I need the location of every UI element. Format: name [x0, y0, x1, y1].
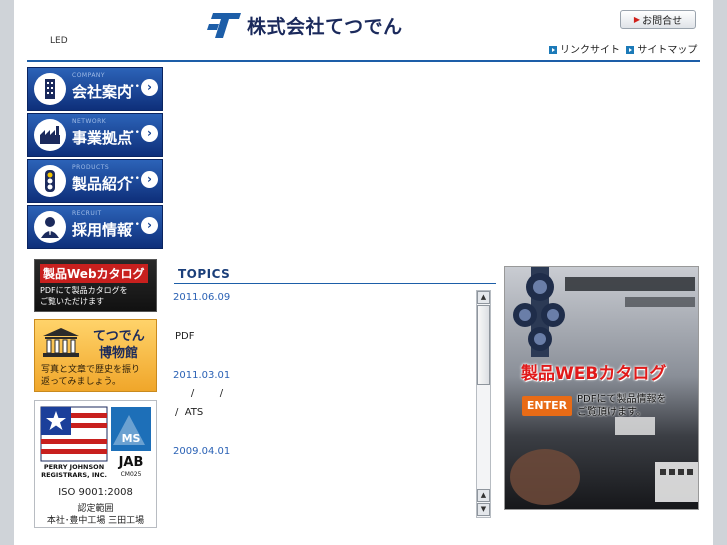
- topic-text[interactable]: / ATS: [175, 407, 203, 418]
- scroll-thumb[interactable]: [477, 305, 490, 385]
- dots-icon: •••: [124, 174, 140, 184]
- museum-banner-text: 写真と文章で歴史を振り 返ってみましょう。: [41, 364, 140, 388]
- link-site-link[interactable]: リンクサイト: [549, 45, 620, 56]
- web-catalog-title: 製品WEBカタログ: [521, 364, 667, 384]
- header-links: リンクサイト サイトマップ: [549, 41, 697, 56]
- nav-products[interactable]: PRODUCTS 製品紹介 ••• ›: [27, 159, 163, 203]
- nav-company[interactable]: COMPANY 会社案内 ••• ›: [27, 67, 163, 111]
- page: LED 株式会社てつでん ▶ お問合せ リンクサイト サイトマップ COMPAN…: [14, 0, 713, 545]
- topics-list: 2011.06.09 PDF 2011.03.01 / / / ATS 2009…: [173, 292, 473, 512]
- topic-text[interactable]: / /: [175, 388, 223, 399]
- museum-building-icon: [43, 328, 79, 357]
- web-catalog-desc: PDFにて製品情報を ご覧頂けます。: [577, 393, 666, 419]
- dots-icon: •••: [124, 220, 140, 230]
- bullet-arrow-icon: [626, 46, 635, 54]
- enter-button[interactable]: ENTER: [522, 396, 572, 416]
- person-icon: [34, 211, 66, 243]
- topic-date: 2011.03.01: [173, 370, 231, 381]
- arrow-right-icon: ›: [141, 79, 158, 96]
- arrow-right-icon: ›: [141, 125, 158, 142]
- nav-recruit[interactable]: RECRUIT 採用情報 ••• ›: [27, 205, 163, 249]
- nav-label: 事業拠点: [72, 129, 133, 147]
- arrow-right-icon: ›: [141, 217, 158, 234]
- arrow-right-icon: ›: [141, 171, 158, 188]
- catalog-banner-line: ご覧いただけます: [40, 297, 104, 306]
- cert-org-line1: PERRY JOHNSON: [44, 463, 104, 471]
- nav-en-label: PRODUCTS: [72, 164, 110, 171]
- station-photo-illustration: [510, 267, 698, 505]
- museum-banner-line: 写真と文章で歴史を振り: [41, 365, 141, 375]
- topic-text[interactable]: PDF: [175, 331, 194, 342]
- tetsuden-logo-icon: [207, 13, 241, 38]
- ms-mark: MS: [122, 432, 141, 445]
- nav-en-label: NETWORK: [72, 118, 107, 125]
- web-catalog-desc-line: PDFにて製品情報を: [577, 394, 667, 405]
- nav-en-label: RECRUIT: [72, 210, 102, 217]
- nav-label: 製品紹介: [72, 175, 133, 193]
- signal-light-icon: [34, 165, 66, 197]
- catalog-banner-line: PDFにて製品カタログを: [40, 286, 128, 295]
- cert-sites: 本社･豊中工場 三田工場: [46, 516, 145, 526]
- topics-divider: [174, 283, 496, 284]
- topics-scrollbar[interactable]: ▲ ▲ ▼: [476, 290, 491, 518]
- dots-icon: •••: [124, 82, 140, 92]
- company-logo[interactable]: 株式会社てつでん: [207, 10, 437, 44]
- nav-label: 採用情報: [72, 221, 133, 239]
- iso-certification: PERRY JOHNSON REGISTRARS, INC. MS JAB CM…: [34, 400, 157, 528]
- nav-label: 会社案内: [72, 83, 133, 101]
- jab-code: CM025: [121, 471, 142, 478]
- web-catalog-desc-line: ご覧頂けます。: [577, 407, 646, 418]
- museum-title-sub: 博物館: [99, 346, 139, 361]
- led-label: LED: [50, 36, 68, 46]
- scroll-down-button[interactable]: ▼: [477, 503, 490, 516]
- site-map-label: サイトマップ: [637, 45, 698, 56]
- link-site-label: リンクサイト: [560, 45, 620, 56]
- topic-date: 2009.04.01: [173, 446, 231, 457]
- dots-icon: •••: [124, 128, 140, 138]
- catalog-banner-title: 製品Webカタログ: [40, 264, 148, 283]
- topic-date: 2011.06.09: [173, 292, 231, 303]
- bullet-arrow-icon: [549, 46, 557, 54]
- web-catalog-banner[interactable]: 製品Webカタログ PDFにて製品カタログを ご覧いただけます: [34, 259, 157, 312]
- museum-banner[interactable]: てつでん 博物館 写真と文章で歴史を振り 返ってみましょう。: [34, 319, 157, 392]
- jab-mark: JAB: [118, 455, 144, 470]
- factory-icon: [34, 119, 66, 151]
- building-icon: [34, 73, 66, 105]
- cert-standard: ISO 9001:2008: [58, 487, 133, 498]
- certification-logos: PERRY JOHNSON REGISTRARS, INC. MS JAB CM…: [40, 406, 151, 479]
- inquiry-button[interactable]: ▶ お問合せ: [620, 10, 696, 29]
- header-divider: [27, 60, 700, 62]
- company-name: 株式会社てつでん: [247, 16, 403, 38]
- inquiry-label: お問合せ: [642, 16, 683, 27]
- web-catalog-promo[interactable]: 製品WEBカタログ ENTER PDFにて製品情報を ご覧頂けます。: [504, 266, 699, 510]
- nav-en-label: COMPANY: [72, 72, 106, 79]
- nav-network[interactable]: NETWORK 事業拠点 ••• ›: [27, 113, 163, 157]
- catalog-banner-text: PDFにて製品カタログを ご覧いただけます: [40, 285, 128, 307]
- scroll-up-button[interactable]: ▲: [477, 489, 490, 502]
- jab-logo: MS JAB CM025: [111, 407, 151, 478]
- topics-title: TOPICS: [178, 267, 231, 281]
- museum-banner-line: 返ってみましょう。: [41, 377, 122, 387]
- perry-johnson-logo: PERRY JOHNSON REGISTRARS, INC.: [40, 406, 108, 479]
- site-map-link[interactable]: サイトマップ: [626, 45, 697, 56]
- cert-org-line2: REGISTRARS, INC.: [41, 471, 107, 479]
- play-arrow-icon: ▶: [633, 15, 641, 24]
- scroll-up-button[interactable]: ▲: [477, 291, 490, 304]
